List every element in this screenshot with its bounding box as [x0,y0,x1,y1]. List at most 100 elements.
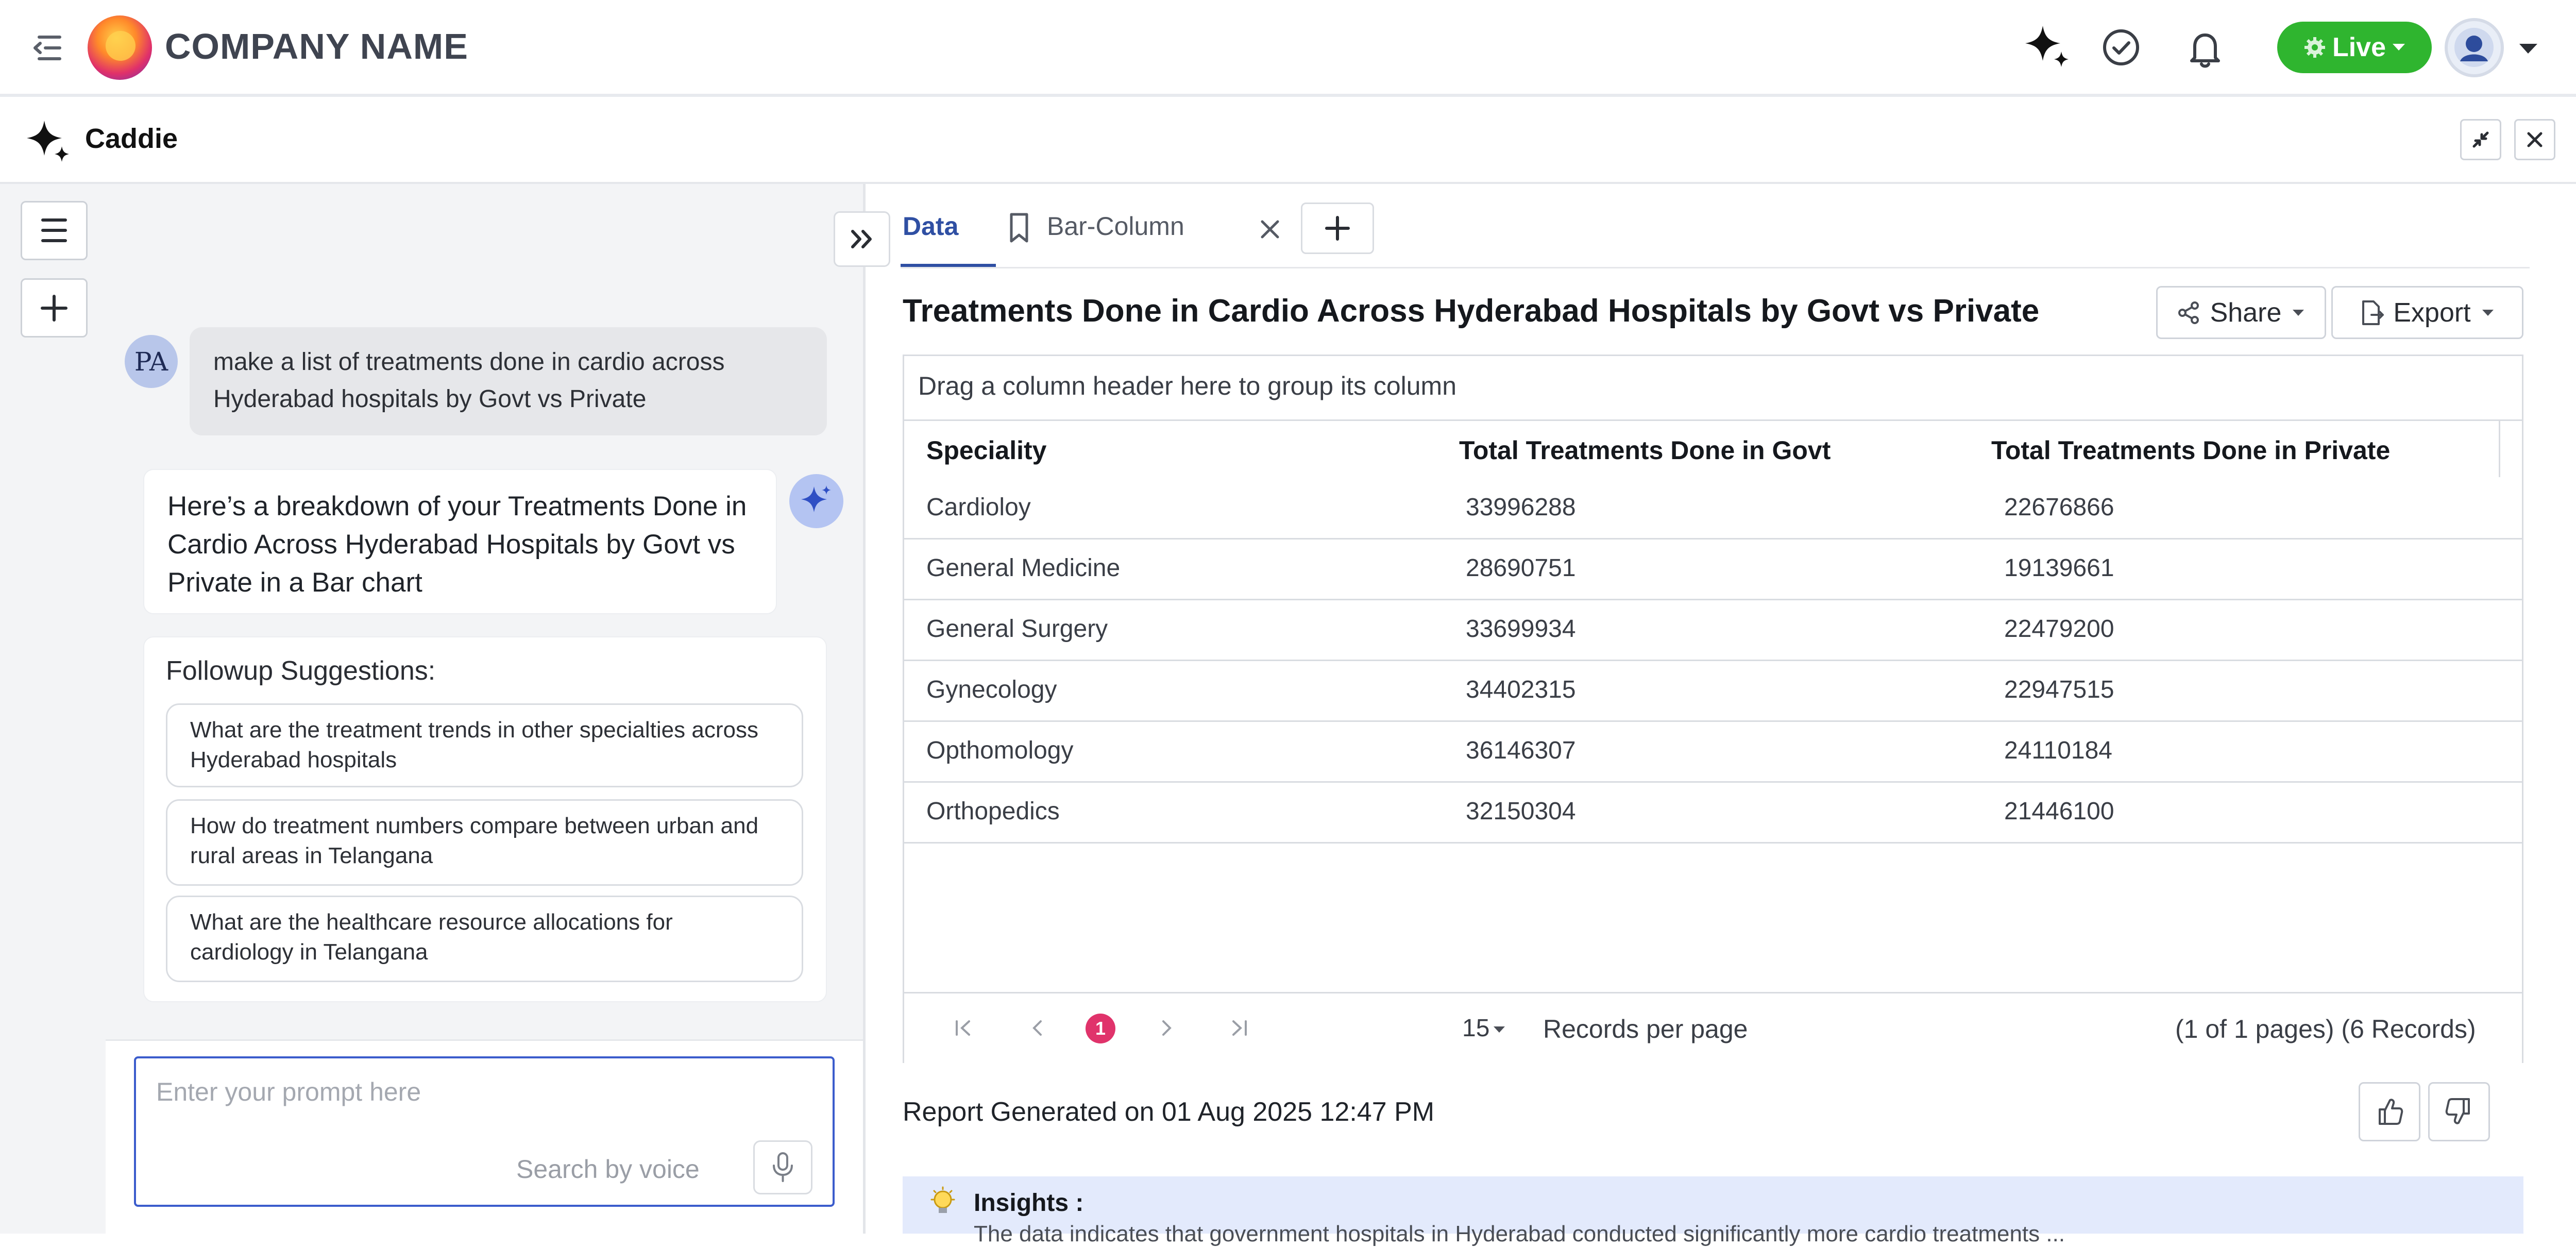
thumbs-up-icon [2379,1099,2403,1125]
thumbs-down-button[interactable] [2428,1082,2490,1141]
sparkle-icon[interactable] [2022,22,2071,71]
table-row[interactable]: Orthopedics 32150304 21446100 [904,783,2522,844]
export-button[interactable]: Export [2331,286,2523,339]
voice-search-label: Search by voice [516,1155,700,1184]
table-row[interactable]: General Surgery 33699934 22479200 [904,600,2522,661]
cell-speciality: General Medicine [926,554,1121,582]
cell-private: 19139661 [2004,554,2114,582]
company-logo-sun [106,31,135,61]
cell-govt: 32150304 [1466,798,1576,825]
company-name: COMPANY NAME [165,26,468,66]
new-chat-button[interactable] [21,278,88,338]
page-size-value: 15 [1462,1015,1490,1042]
table-row[interactable]: Cardioloy 33996288 22676866 [904,479,2522,540]
followup-suggestion[interactable]: What are the healthcare resource allocat… [166,896,803,982]
close-icon [2527,132,2543,147]
close-button[interactable] [2514,119,2555,160]
followup-suggestion[interactable]: How do treatment numbers compare between… [166,799,803,886]
user-avatar: PA [125,335,178,388]
voice-search-button[interactable] [753,1140,812,1194]
chevron-down-icon [1494,1026,1505,1033]
double-chevron-right-icon [851,230,872,248]
column-header-speciality[interactable]: Speciality [926,435,1046,465]
first-page-icon[interactable] [951,1015,976,1041]
last-page-icon[interactable] [1226,1015,1252,1041]
bell-icon[interactable] [2184,27,2226,71]
share-icon [2178,301,2199,324]
column-header-govt[interactable]: Total Treatments Done in Govt [1459,435,1831,465]
collapse-button[interactable] [2460,119,2501,160]
tab-bar-column[interactable]: Bar-Column [1047,211,1184,241]
column-header-private[interactable]: Total Treatments Done in Private [1991,435,2390,465]
avatar[interactable] [2445,18,2504,77]
expand-panel-button[interactable] [834,211,890,267]
table-row[interactable]: Gynecology 34402315 22947515 [904,661,2522,722]
menu-collapse-icon[interactable] [30,30,66,66]
share-button[interactable]: Share [2156,286,2326,339]
table-row[interactable]: Opthomology 36146307 24110184 [904,722,2522,783]
bookmark-icon [1006,211,1032,245]
add-tab-button[interactable] [1301,203,1374,254]
chevron-down-icon [2393,44,2405,50]
report-title: Treatments Done in Cardio Across Hyderab… [903,293,2040,329]
export-file-icon [2362,300,2384,325]
cell-private: 22479200 [2004,615,2114,643]
cell-speciality: Opthomology [926,737,1074,764]
cell-private: 24110184 [2004,737,2112,764]
grid-header-row: Speciality Total Treatments Done in Govt… [904,419,2522,480]
next-page-icon[interactable] [1153,1015,1179,1041]
followup-suggestion[interactable]: What are the treatment trends in other s… [166,703,803,787]
chevron-down-icon [2482,309,2494,316]
tab-data[interactable]: Data [903,211,958,241]
history-menu-button[interactable] [21,201,88,260]
chevron-down-icon[interactable] [2517,41,2540,57]
followup-title: Followup Suggestions: [166,656,436,686]
close-tab-icon[interactable] [1257,216,1283,242]
plus-icon [41,295,67,322]
records-per-page-label: Records per page [1543,1015,1748,1043]
collapse-icon [2472,131,2489,148]
thumbs-down-icon [2445,1098,2470,1124]
insights-title: Insights : [974,1189,1084,1217]
thumbs-up-button[interactable] [2359,1082,2420,1141]
caddie-title: Caddie [85,123,178,154]
cell-private: 21446100 [2004,798,2114,825]
caddie-header [0,97,2576,184]
live-label: Live [2332,32,2386,62]
assistant-avatar [789,474,843,528]
column-separator [2499,419,2500,477]
cell-govt: 33996288 [1466,494,1576,521]
cell-govt: 33699934 [1466,615,1576,643]
table-row[interactable]: General Medicine 28690751 19139661 [904,540,2522,600]
group-by-drop-zone[interactable]: Drag a column header here to group its c… [918,371,1456,401]
left-rail [0,184,107,1234]
insights-text: The data indicates that government hospi… [974,1221,2065,1246]
sparkle-icon [801,485,831,512]
lightbulb-icon [927,1185,958,1221]
assistant-message: Here’s a breakdown of your Treatments Do… [143,469,777,614]
check-circle-icon[interactable] [2099,26,2143,70]
chevron-down-icon [2293,309,2304,316]
gear-icon [2304,37,2325,58]
sparkle-icon [25,117,71,164]
plus-icon [1325,216,1350,241]
cell-govt: 36146307 [1466,737,1576,764]
cell-speciality: General Surgery [926,615,1108,643]
cell-speciality: Cardioloy [926,494,1031,521]
report-generated-timestamp: Report Generated on 01 Aug 2025 12:47 PM [903,1097,1435,1127]
hamburger-icon [41,218,67,242]
microphone-icon [773,1152,793,1182]
page-number-button[interactable]: 1 [1086,1014,1115,1043]
cell-govt: 34402315 [1466,676,1576,703]
cell-govt: 28690751 [1466,554,1576,582]
export-label: Export [2393,297,2471,328]
previous-page-icon[interactable] [1025,1015,1051,1041]
cell-speciality: Gynecology [926,676,1057,703]
panel-divider[interactable] [863,184,866,1234]
page-size-select[interactable]: 15 [1462,1014,1507,1042]
user-message: make a list of treatments done in cardio… [190,327,827,435]
cell-speciality: Orthopedics [926,798,1060,825]
live-toggle[interactable]: Live [2277,22,2432,73]
prompt-placeholder: Enter your prompt here [156,1077,421,1106]
pages-summary: (1 of 1 pages) (6 Records) [2175,1015,2476,1043]
